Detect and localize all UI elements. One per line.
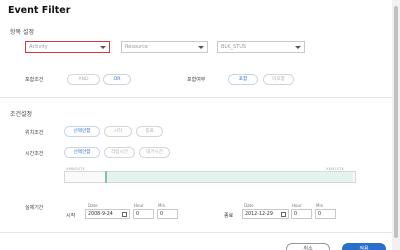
scrollbar[interactable] — [392, 0, 400, 250]
dialog-title: Event Filter — [8, 5, 71, 16]
include-option[interactable]: 포함 — [228, 74, 258, 85]
blk-stus-select[interactable]: BLK_STUS — [217, 41, 305, 53]
time-none-option[interactable]: 선택안함 — [64, 147, 100, 158]
chevron-down-icon — [198, 46, 204, 49]
end-min-caption: Min — [316, 203, 324, 208]
start-min-input[interactable]: 0 — [157, 209, 178, 219]
end-date-value: 2012-12-29 — [245, 211, 273, 217]
time-condition-label: 시간조건 — [25, 151, 44, 157]
activity-select[interactable]: Activity — [25, 41, 110, 53]
end-label: 종료 — [224, 213, 234, 219]
start-label: 시작 — [66, 213, 76, 219]
calendar-icon[interactable] — [281, 211, 286, 217]
start-hour-input[interactable]: 0 — [133, 209, 154, 219]
resource-select-value: Resource — [125, 44, 148, 50]
position-start-option[interactable]: 시작 — [104, 126, 132, 137]
end-hour-value: 0 — [294, 211, 298, 217]
start-min-caption: Min — [158, 203, 166, 208]
end-date-input[interactable]: 2012-12-29 — [242, 209, 289, 219]
start-date-value: 2008-9-24 — [88, 211, 113, 217]
actual-period-label: 실제기간 — [25, 205, 44, 211]
chevron-down-icon — [100, 46, 106, 49]
activity-select-value: Activity — [29, 44, 48, 50]
end-hour-caption: Hour — [292, 203, 302, 208]
start-date-input[interactable]: 2008-9-24 — [85, 209, 130, 219]
include-condition-or[interactable]: OR — [103, 74, 131, 85]
end-min-value: 0 — [318, 211, 322, 217]
start-date-caption: Date — [88, 203, 98, 208]
apply-button[interactable]: 적용 — [342, 243, 386, 250]
cancel-button[interactable]: 취소 — [286, 243, 330, 250]
condition-settings-heading: 조건설정 — [10, 111, 33, 118]
calendar-icon[interactable] — [122, 211, 127, 217]
end-min-input[interactable]: 0 — [315, 209, 336, 219]
exclude-option[interactable]: 미포함 — [263, 74, 294, 85]
include-condition-and[interactable]: AND — [67, 74, 100, 85]
include-or-not-label: 포함여부 — [187, 77, 206, 83]
start-hour-caption: Hour — [134, 203, 144, 208]
blk-stus-select-value: BLK_STUS — [221, 44, 247, 50]
scrollbar-thumb[interactable] — [394, 6, 398, 238]
position-end-option[interactable]: 종료 — [136, 126, 163, 137]
position-none-option[interactable]: 선택안함 — [64, 126, 100, 137]
start-min-value: 0 — [160, 211, 164, 217]
end-hour-input[interactable]: 0 — [291, 209, 312, 219]
end-date-caption: Date — [244, 203, 254, 208]
chevron-down-icon — [295, 46, 301, 49]
time-range-slider[interactable] — [64, 171, 356, 183]
time-range-handle[interactable] — [105, 171, 107, 183]
item-settings-heading: 항목 설정 — [10, 29, 34, 36]
time-range-fill — [105, 172, 353, 182]
start-hour-value: 0 — [136, 211, 140, 217]
position-condition-label: 위치조건 — [25, 130, 44, 136]
include-condition-label: 포함조건 — [25, 77, 44, 83]
time-work-option[interactable]: 작업시간 — [104, 147, 135, 158]
divider — [0, 97, 392, 98]
resource-select[interactable]: Resource — [121, 41, 208, 53]
time-wait-option[interactable]: 대기시간 — [139, 147, 170, 158]
footer-divider — [0, 232, 392, 233]
